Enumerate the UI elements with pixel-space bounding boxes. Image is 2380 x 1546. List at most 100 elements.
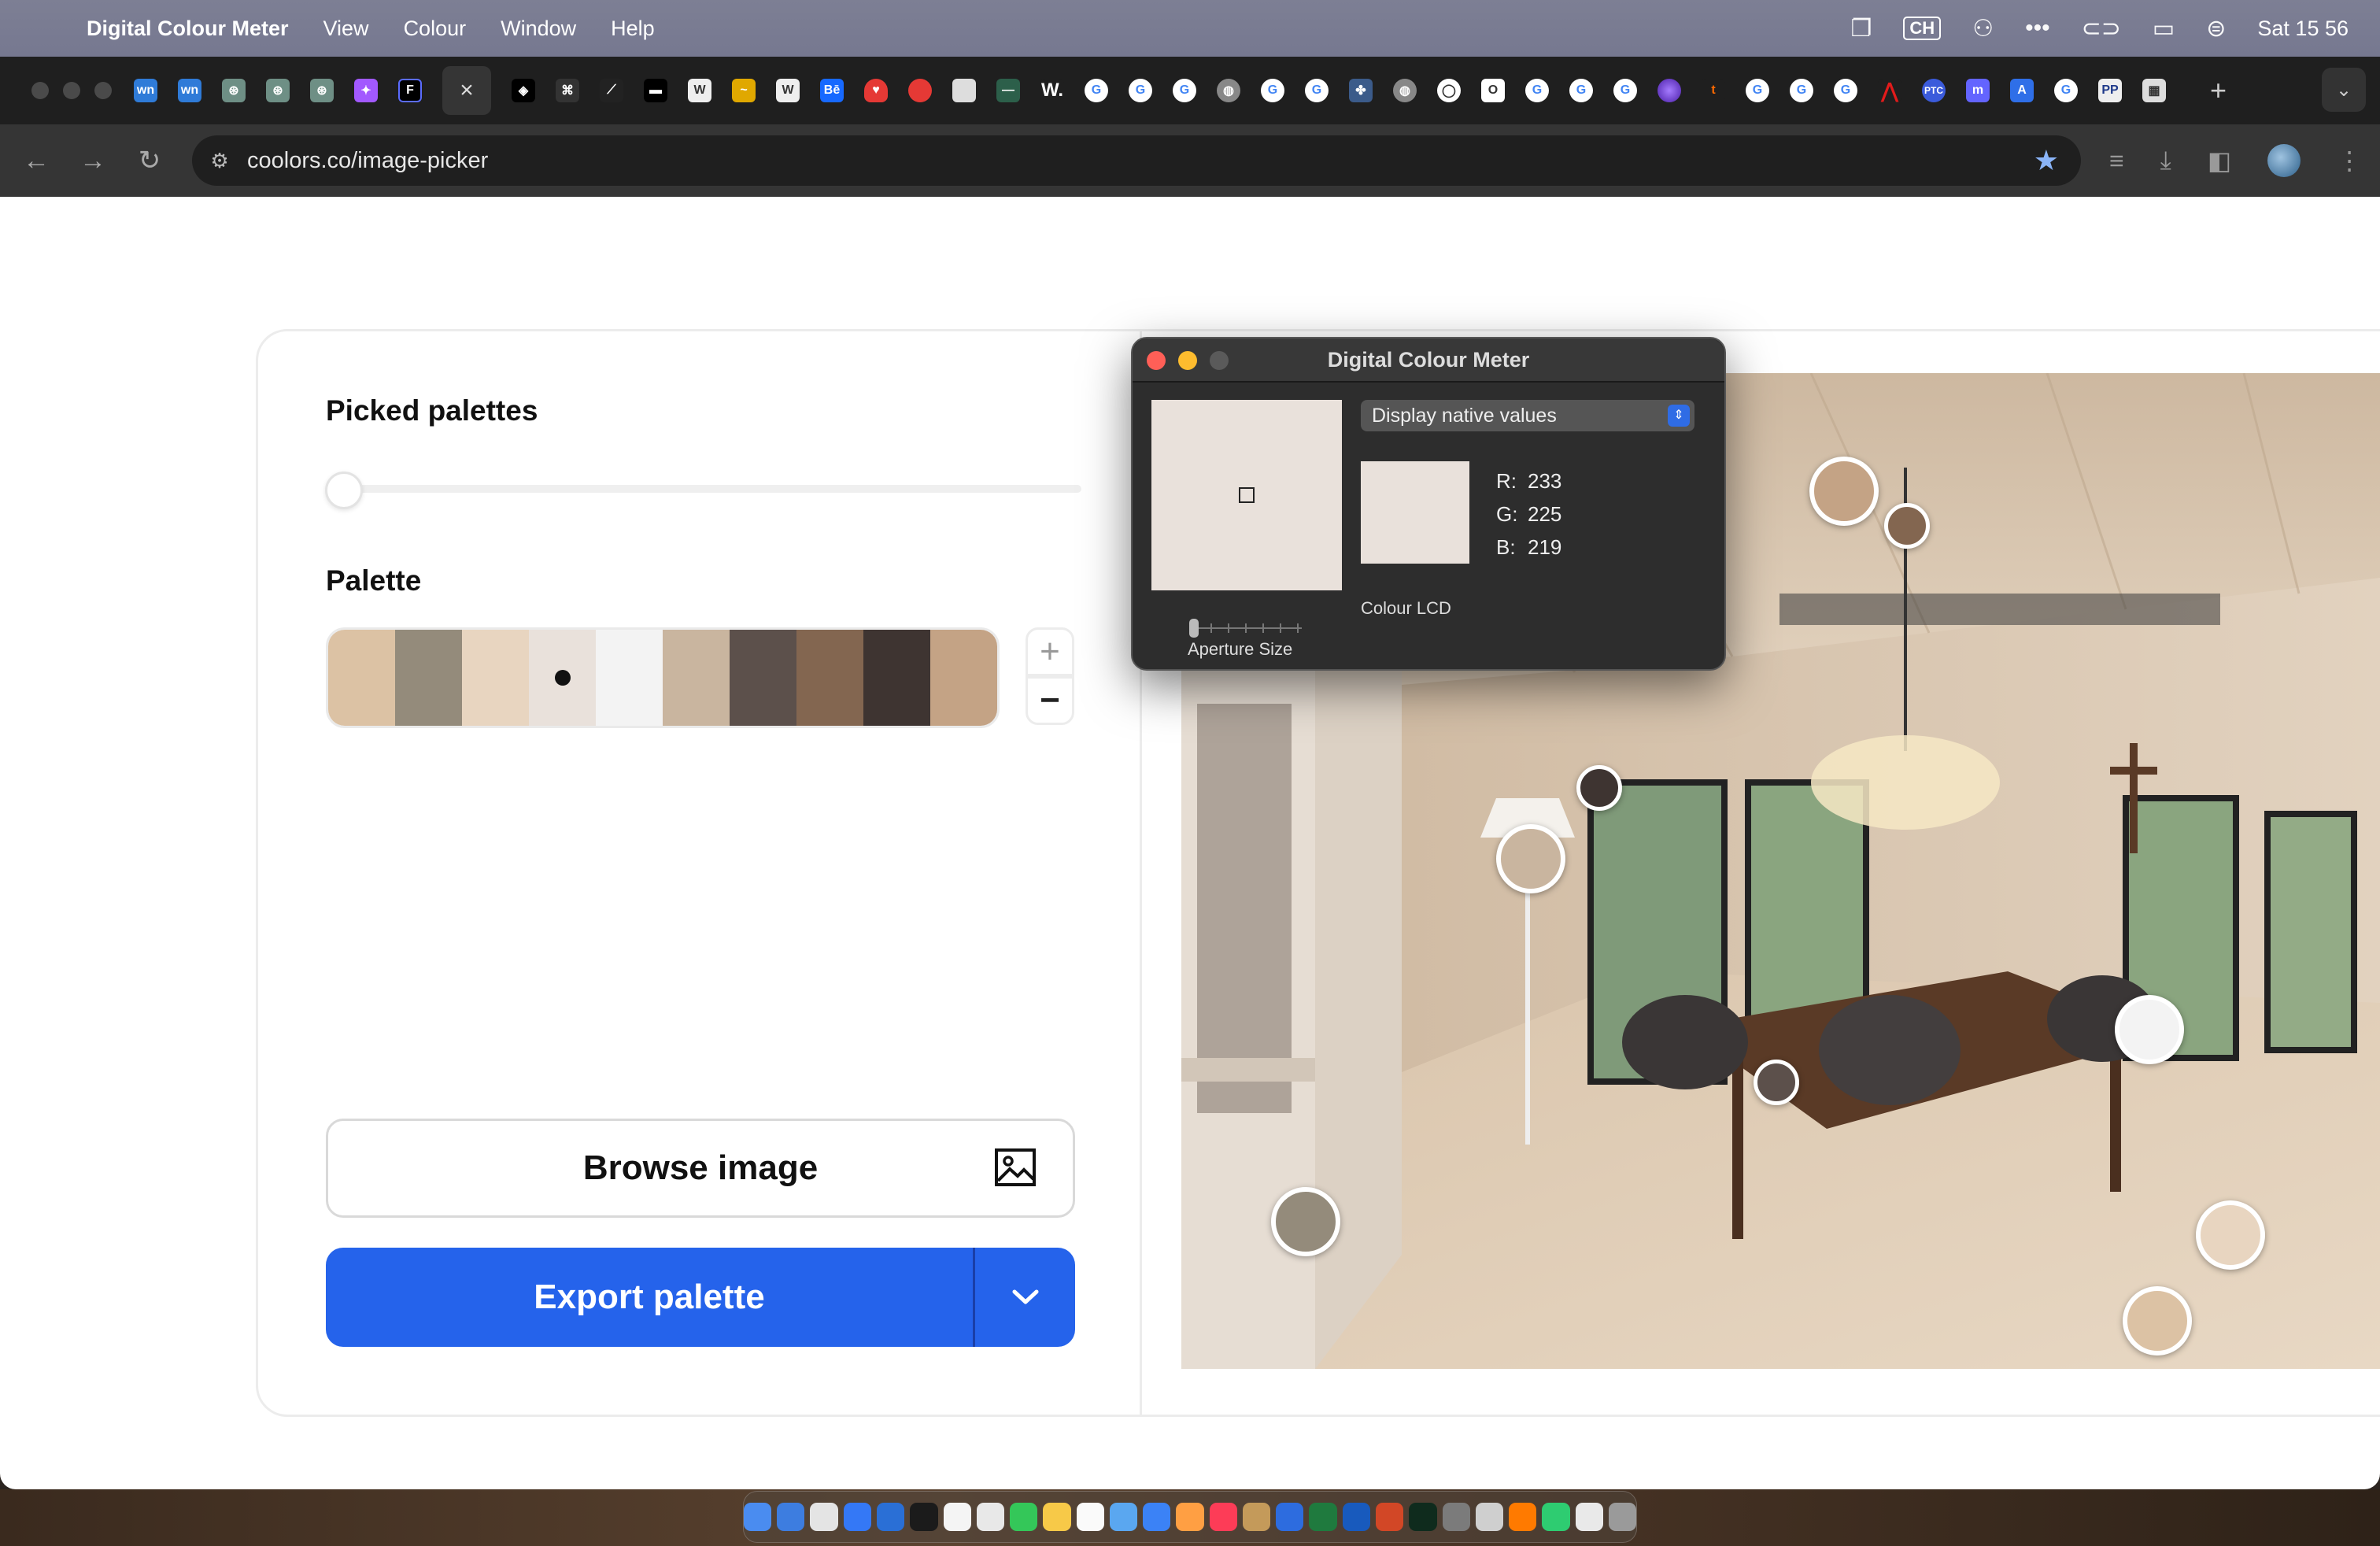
dock-app-icon[interactable] [1276,1503,1304,1531]
tab-favicon[interactable]: ◈ [512,79,535,102]
dock-app-icon[interactable] [1309,1503,1337,1531]
address-bar[interactable]: ⚙ coolors.co/image-picker ★ [192,135,2081,186]
battery-icon[interactable]: ▭ [2153,15,2175,43]
aperture-size-slider[interactable] [1188,619,1306,638]
color-picker-handle[interactable] [1884,503,1930,549]
tab-favicon[interactable]: ✦ [354,79,378,102]
zoom-window-button[interactable] [94,82,112,99]
tab-favicon[interactable]: wn [134,79,157,102]
color-picker-handle[interactable] [1496,824,1565,893]
palette-swatch[interactable] [930,630,997,726]
palette-count-slider-track[interactable] [326,485,1081,493]
menu-help[interactable]: Help [611,17,655,41]
tab-favicon[interactable]: ▦ [2142,79,2166,102]
airpods-icon[interactable]: ⚇ [1972,15,1994,43]
palette-swatch[interactable] [796,630,863,726]
dock-app-icon[interactable] [1242,1503,1271,1531]
palette-swatch[interactable] [529,630,596,726]
display-values-select[interactable]: Display native values ⇕ [1361,400,1694,431]
site-settings-icon[interactable]: ⚙ [192,149,247,173]
color-picker-handle[interactable] [2123,1286,2192,1356]
palette-count-slider-knob[interactable] [325,472,363,509]
dock-app-icon[interactable] [1608,1503,1637,1531]
tab-favicon[interactable]: G [1305,79,1329,102]
link-icon[interactable]: ⊂⊃ [2082,15,2121,43]
tab-favicon[interactable]: G [2054,79,2078,102]
add-color-button[interactable]: + [1026,627,1074,676]
remove-color-button[interactable]: − [1026,676,1074,725]
dock-app-icon[interactable] [777,1503,805,1531]
tab-favicon[interactable]: ▬ [644,79,667,102]
tab-favicon[interactable]: ⊛ [310,79,334,102]
tab-favicon[interactable]: ✤ [1349,79,1373,102]
tab-favicon[interactable]: ◯ [1437,79,1461,102]
download-icon[interactable]: ⤓ [2160,146,2171,176]
palette-swatch[interactable] [395,630,462,726]
tab-favicon[interactable]: — [996,79,1020,102]
tab-favicon[interactable]: W [688,79,711,102]
browser-menu-icon[interactable]: ⋮ [2337,146,2362,176]
tab-favicon[interactable]: ⟋ [600,79,623,102]
palette-swatch[interactable] [863,630,930,726]
close-window-button[interactable] [31,82,49,99]
tab-favicon[interactable]: PP [2098,79,2122,102]
tab-favicon[interactable] [952,79,976,102]
dock-app-icon[interactable] [1542,1503,1570,1531]
menu-app-name[interactable]: Digital Colour Meter [87,17,289,41]
palette-swatch[interactable] [730,630,796,726]
tab-favicon[interactable]: G [1129,79,1152,102]
dock-app-icon[interactable] [1076,1503,1104,1531]
minimize-window-button[interactable] [63,82,80,99]
tab-favicon[interactable]: G [1261,79,1284,102]
dcm-zoom-button[interactable] [1210,351,1229,370]
palette-swatch[interactable] [462,630,529,726]
tab-favicon[interactable]: m [1966,79,1990,102]
tab-favicon[interactable]: A [2010,79,2034,102]
color-picker-handle[interactable] [1754,1060,1799,1105]
dcm-close-button[interactable] [1147,351,1166,370]
tab-favicon[interactable]: G [1173,79,1196,102]
tab-favicon[interactable]: wn [178,79,201,102]
dock-app-icon[interactable] [1043,1503,1071,1531]
tab-favicon[interactable]: F [398,79,422,102]
forward-arrow-icon[interactable]: → [65,146,121,176]
tab-favicon[interactable]: ⊛ [266,79,290,102]
dock-app-icon[interactable] [1409,1503,1437,1531]
tab-favicon[interactable]: t [1702,79,1725,102]
tab-favicon[interactable]: G [1085,79,1108,102]
tab-favicon[interactable]: G [1613,79,1637,102]
palette-swatch[interactable] [328,630,395,726]
tab-favicon[interactable]: Bē [820,79,844,102]
dock-app-icon[interactable] [910,1503,938,1531]
export-options-button[interactable] [975,1248,1075,1347]
more-icon[interactable]: ••• [2025,15,2050,42]
dcm-minimize-button[interactable] [1178,351,1197,370]
control-center-icon[interactable]: ⊜ [2206,15,2226,43]
screen-mirroring-icon[interactable]: ❐ [1851,15,1872,43]
tab-search-chevron-icon[interactable]: ⌄ [2322,68,2366,112]
tab-favicon[interactable]: ~ [732,79,756,102]
palette-swatch[interactable] [663,630,730,726]
tab-favicon[interactable]: ⌘ [556,79,579,102]
tab-favicon[interactable]: ◍ [1217,79,1240,102]
dock-app-icon[interactable] [876,1503,905,1531]
tab-favicon[interactable]: W [776,79,800,102]
side-panel-icon[interactable]: ◧ [2208,146,2231,176]
dock-app-icon[interactable] [1575,1503,1603,1531]
menu-clock[interactable]: Sat 15 56 [2257,17,2349,41]
export-palette-button[interactable]: Export palette [326,1248,975,1347]
dock-app-icon[interactable] [1209,1503,1237,1531]
color-picker-handle[interactable] [1576,765,1622,811]
tab-favicon[interactable]: G [1569,79,1593,102]
reload-icon[interactable]: ↻ [121,145,178,176]
dock-app-icon[interactable] [1342,1503,1370,1531]
tab-favicon[interactable]: G [1746,79,1769,102]
url-text[interactable]: coolors.co/image-picker [247,148,488,174]
dock-app-icon[interactable] [943,1503,971,1531]
tab-favicon[interactable]: ◍ [1393,79,1417,102]
dock-app-icon[interactable] [1010,1503,1038,1531]
color-picker-handle[interactable] [1809,457,1879,526]
bookmark-star-icon[interactable]: ★ [2034,144,2059,177]
menu-colour[interactable]: Colour [404,17,467,41]
color-picker-handle[interactable] [2196,1200,2265,1270]
